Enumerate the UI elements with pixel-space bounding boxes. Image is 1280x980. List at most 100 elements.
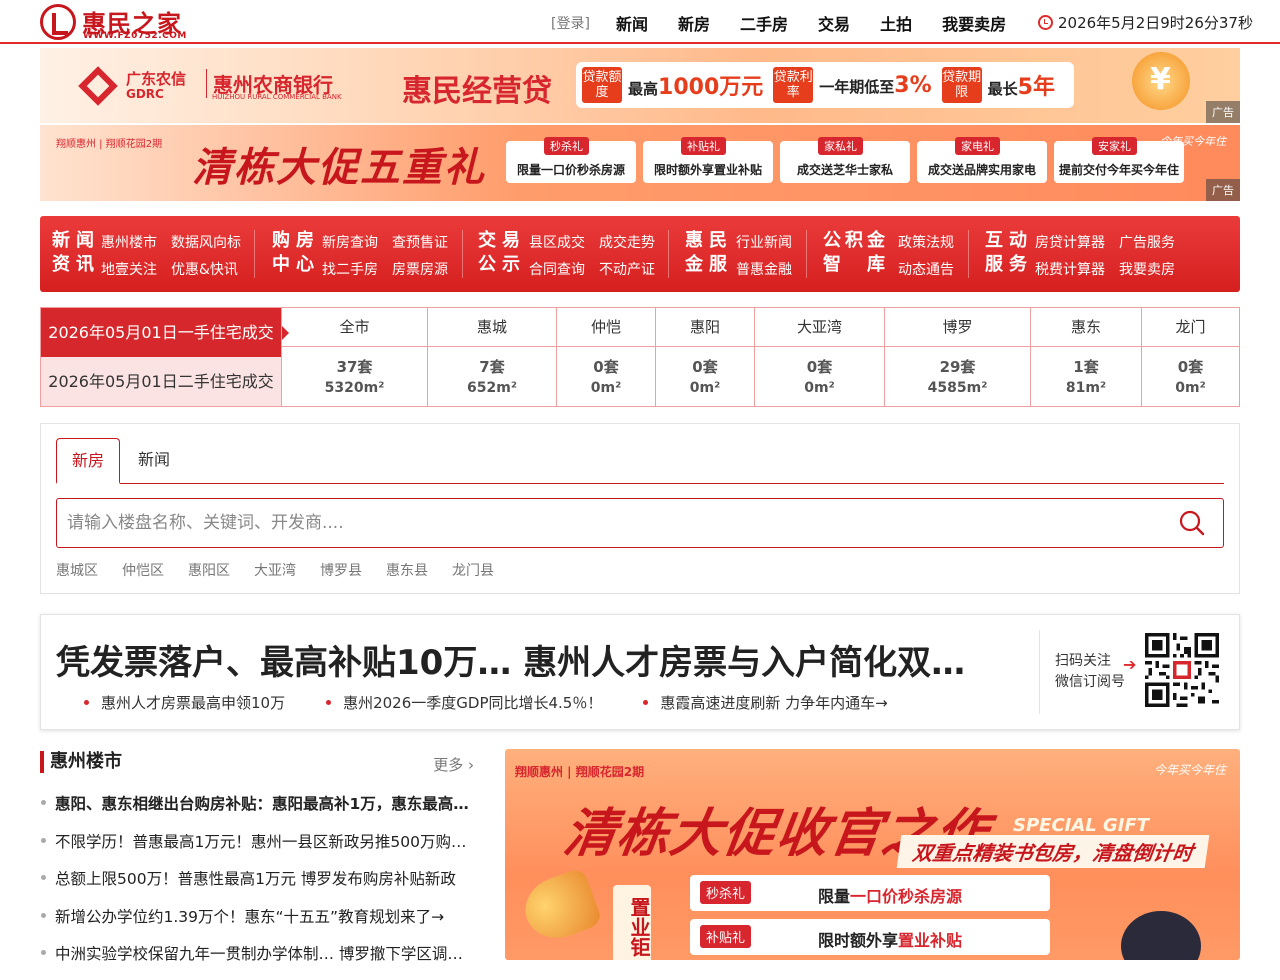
loan-chip: 贷款期限 xyxy=(941,67,982,103)
new-home-trade-tab[interactable]: 2026年05月01日一手住宅成交 xyxy=(41,308,289,357)
quicknav-link[interactable]: 行业新闻 xyxy=(736,232,792,252)
district-link[interactable]: 博罗县 xyxy=(320,560,362,580)
nav-news[interactable]: 新闻 xyxy=(616,11,648,35)
quicknav-link[interactable]: 新房查询 xyxy=(322,232,378,252)
trade-column: 大亚湾 0套 0m² xyxy=(754,308,884,406)
nav-second-hand[interactable]: 二手房 xyxy=(740,11,788,35)
divider xyxy=(968,230,969,278)
megaphone-icon xyxy=(516,866,604,948)
gift-card: 秒杀礼 限量一口价秒杀房源 xyxy=(506,137,636,183)
news-item[interactable]: 惠阳、惠东相继出台购房补贴：惠阳最高补1万，惠东最高… xyxy=(40,792,480,830)
district-link[interactable]: 龙门县 xyxy=(452,560,494,580)
chevron-right-icon: › xyxy=(468,756,474,774)
bank-logo-icon xyxy=(78,66,118,106)
divider xyxy=(806,230,807,278)
quicknav-link[interactable]: 动态通告 xyxy=(898,259,954,279)
district-link[interactable]: 惠阳区 xyxy=(188,560,230,580)
quicknav-link[interactable]: 不动产证 xyxy=(599,259,655,279)
quicknav-link[interactable]: 政策法规 xyxy=(898,232,954,252)
quicknav-link[interactable]: 县区成交 xyxy=(529,232,585,252)
promo-banner[interactable]: 翔顺惠州 | 翔顺花园2期 清栋大促五重礼 秒杀礼 限量一口价秒杀房源 补贴礼 限时… xyxy=(40,125,1240,201)
quick-nav: 新闻 资讯 惠州楼市 数据风向标 地壹关注 优惠&快讯 购房 中心 新房查询 查预售… xyxy=(40,216,1240,292)
ad-tag: 广告 xyxy=(1206,179,1240,201)
divider xyxy=(1039,630,1040,714)
quicknav-group-head: 惠民 金服 xyxy=(685,230,733,275)
quicknav-group-head: 交易 公示 xyxy=(478,230,526,275)
district-link[interactable]: 仲恺区 xyxy=(122,560,164,580)
divider xyxy=(254,230,255,278)
second-hand-trade-tab[interactable]: 2026年05月01日二手住宅成交 xyxy=(41,357,281,406)
quicknav-link[interactable]: 房贷计算器 xyxy=(1035,232,1105,252)
coin-icon xyxy=(1132,52,1190,110)
trade-column: 惠城 7套 652m² xyxy=(427,308,556,406)
gift-cards: 秒杀礼 限量一口价秒杀房源 补贴礼 限时额外享置业补贴 家私礼 成交送芝华士家私 家电… xyxy=(506,137,1191,183)
quicknav-link[interactable]: 地壹关注 xyxy=(101,259,157,279)
quicknav-link[interactable]: 税费计算器 xyxy=(1035,259,1105,279)
quicknav-link[interactable]: 我要卖房 xyxy=(1119,259,1175,279)
nav-land-auction[interactable]: 土拍 xyxy=(880,11,912,35)
login-link[interactable]: [登录] xyxy=(551,13,590,33)
loan-term-text: 最高1000万元 xyxy=(628,75,764,100)
more-link[interactable]: 更多 › xyxy=(433,754,474,775)
qr-code-icon xyxy=(1145,633,1219,707)
district-link[interactable]: 惠东县 xyxy=(386,560,428,580)
nav-new-homes[interactable]: 新房 xyxy=(678,11,710,35)
search-input[interactable] xyxy=(67,499,1167,546)
gift-card: 补贴礼 限时额外享置业补贴 xyxy=(643,137,773,183)
news-item[interactable]: 中洲实验学校保留九年一贯制办学体制… 博罗撤下学区调… xyxy=(40,942,480,980)
news-item[interactable]: 总额上限500万！普惠性最高1万元 博罗发布购房补贴新政 xyxy=(40,867,480,905)
news-list: 惠阳、惠东相继出台购房补贴：惠阳最高补1万，惠东最高… 不限学历！普惠最高1万元… xyxy=(40,792,480,980)
quicknav-link[interactable]: 普惠金融 xyxy=(736,259,792,279)
divider xyxy=(668,230,669,278)
search-icon[interactable] xyxy=(1179,510,1205,536)
trade-column: 龙门 0套 0m² xyxy=(1141,308,1239,406)
district-links: 惠城区 仲恺区 惠阳区 大亚湾 博罗县 惠东县 龙门县 xyxy=(56,560,518,580)
gift-card: 补贴礼 限时额外享置业补贴 xyxy=(690,919,1050,955)
headline-panel: 凭发票落户、最高补贴10万… 惠州人才房票与入户简化双… 惠州人才房票最高申领1… xyxy=(40,614,1240,730)
district-link[interactable]: 惠城区 xyxy=(56,560,98,580)
site-logo[interactable]: 惠民之家 WWW.FZ0752.COM xyxy=(40,2,200,42)
trade-column: 仲恺 0套 0m² xyxy=(556,308,655,406)
qr-caption: 扫码关注 微信订阅号 xyxy=(1055,653,1125,690)
quicknav-link[interactable]: 成交走势 xyxy=(599,232,655,252)
nav-trade[interactable]: 交易 xyxy=(818,11,850,35)
news-item[interactable]: 新增公办学位约1.39万个！惠东“十五五”教育规划来了→ xyxy=(40,905,480,943)
banner-title: 清栋大促五重礼 xyxy=(192,145,486,191)
quicknav-link[interactable]: 房票房源 xyxy=(392,259,448,279)
search-panel: 新房 新闻 惠城区 仲恺区 惠阳区 大亚湾 博罗县 惠东县 龙门县 xyxy=(40,423,1240,594)
headline-sublink[interactable]: 惠州人才房票最高申领10万 xyxy=(83,692,285,713)
headline-sublink[interactable]: 惠州2026一季度GDP同比增长4.5％！ xyxy=(326,692,602,713)
headline-sublink[interactable]: 惠霞高速进度刷新 力争年内通车→ xyxy=(643,692,888,713)
trade-column: 惠阳 0套 0m² xyxy=(655,308,754,406)
developer-logo: 翔顺惠州 | 翔顺花园2期 xyxy=(56,139,163,150)
gift-card: 家私礼 成交送芝华士家私 xyxy=(780,137,910,183)
news-item[interactable]: 不限学历！普惠最高1万元！惠州一县区新政另推500万购… xyxy=(40,830,480,868)
logo-url: WWW.FZ0752.COM xyxy=(83,31,187,41)
quicknav-link[interactable]: 查预售证 xyxy=(392,232,448,252)
loan-chip: 贷款额度 xyxy=(582,67,622,103)
loan-chip: 贷款利率 xyxy=(773,67,814,103)
bank-loan-banner[interactable]: 广东农信 GDRC 惠州农商银行 HUIZHOU RURAL COMMERCIA… xyxy=(40,48,1240,123)
ad-side-label: 置业钜 xyxy=(613,885,651,960)
nav-sell-house[interactable]: 我要卖房 xyxy=(942,11,1006,35)
headline-title[interactable]: 凭发票落户、最高补贴10万… 惠州人才房票与入户简化双… xyxy=(56,635,1016,684)
arrow-right-icon: ➔ xyxy=(1123,655,1137,674)
datetime-text: 2026年5月2日9时26分37秒 xyxy=(1058,14,1253,32)
quicknav-link[interactable]: 优惠&快讯 xyxy=(171,259,238,279)
news-section: 惠州楼市 更多 › 惠阳、惠东相继出台购房补贴：惠阳最高补1万，惠东最高… 不限… xyxy=(40,748,480,963)
trade-column: 博罗 29套 4585m² xyxy=(884,308,1030,406)
search-box xyxy=(56,498,1224,548)
quicknav-link[interactable]: 合同查询 xyxy=(529,259,585,279)
district-link[interactable]: 大亚湾 xyxy=(254,560,296,580)
quicknav-link[interactable]: 惠州楼市 xyxy=(101,232,157,252)
property-ad[interactable]: 翔顺惠州 | 翔顺花园2期 今年买今年住 清栋大促收官之作 SPECIAL GI… xyxy=(505,749,1240,960)
quicknav-link[interactable]: 找二手房 xyxy=(322,259,378,279)
tab-new-homes[interactable]: 新房 xyxy=(56,438,120,484)
trade-column: 全市 37套 5320m² xyxy=(281,308,427,406)
quicknav-link[interactable]: 数据风向标 xyxy=(171,232,241,252)
top-header: 惠民之家 WWW.FZ0752.COM [登录] 新闻 新房 二手房 交易 土拍… xyxy=(0,0,1280,44)
tab-news[interactable]: 新闻 xyxy=(124,438,184,484)
ad-tag: 广告 xyxy=(1206,101,1240,123)
quicknav-link[interactable]: 广告服务 xyxy=(1119,232,1175,252)
quicknav-group-head: 公积金智 库 xyxy=(823,230,889,275)
